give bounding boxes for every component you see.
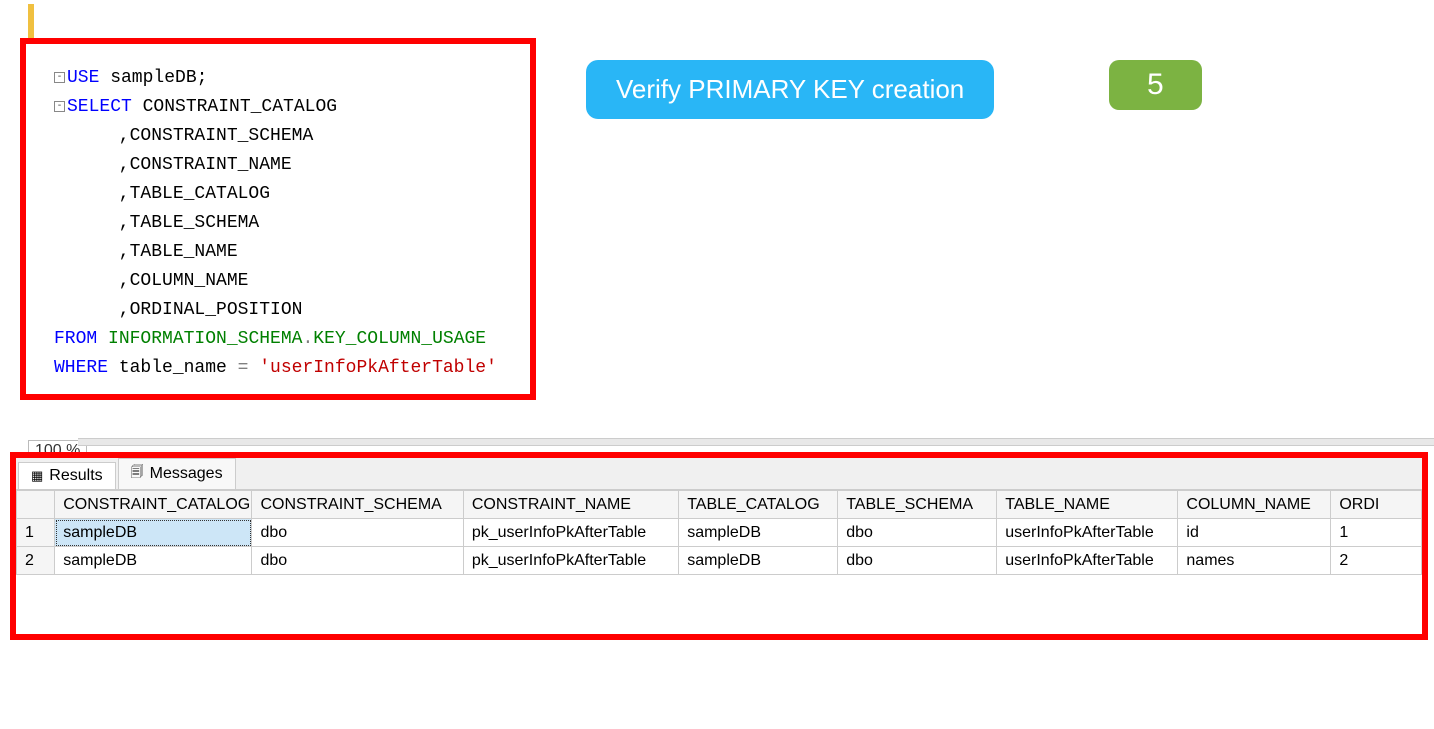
cell[interactable]: dbo <box>252 519 463 547</box>
grid-icon: ▦ <box>31 468 43 484</box>
cell[interactable]: dbo <box>838 547 997 575</box>
table-row[interactable]: 2 sampleDB dbo pk_userInfoPkAfterTable s… <box>17 547 1422 575</box>
tab-results[interactable]: ▦ Results <box>18 462 116 489</box>
col-header[interactable]: ORDI <box>1331 491 1422 519</box>
cell[interactable]: userInfoPkAfterTable <box>997 519 1178 547</box>
tab-label: Results <box>49 467 102 485</box>
row-number[interactable]: 1 <box>17 519 55 547</box>
cell[interactable]: 2 <box>1331 547 1422 575</box>
results-grid-wrapper[interactable]: CONSTRAINT_CATALOG CONSTRAINT_SCHEMA CON… <box>16 490 1422 575</box>
sql-text: ,TABLE_SCHEMA <box>54 213 259 233</box>
cell[interactable]: sampleDB <box>679 547 838 575</box>
col-header[interactable]: TABLE_SCHEMA <box>838 491 997 519</box>
sql-text: table_name <box>108 358 227 378</box>
sql-string: 'userInfoPkAfterTable' <box>259 358 497 378</box>
cell[interactable]: names <box>1178 547 1331 575</box>
sql-schema: INFORMATION_SCHEMA <box>97 329 302 349</box>
sql-text: sampleDB <box>99 68 196 88</box>
step-badge: 5 <box>1109 60 1202 110</box>
sql-view: KEY_COLUMN_USAGE <box>313 329 486 349</box>
row-number[interactable]: 2 <box>17 547 55 575</box>
header-row: CONSTRAINT_CATALOG CONSTRAINT_SCHEMA CON… <box>17 491 1422 519</box>
col-header[interactable]: CONSTRAINT_CATALOG <box>55 491 252 519</box>
sql-text: ; <box>197 68 208 88</box>
results-grid[interactable]: CONSTRAINT_CATALOG CONSTRAINT_SCHEMA CON… <box>16 490 1422 575</box>
sql-editor-highlight-box: -USE sampleDB; -SELECT CONSTRAINT_CATALO… <box>20 38 536 400</box>
sql-editor[interactable]: -USE sampleDB; -SELECT CONSTRAINT_CATALO… <box>26 44 530 393</box>
sql-text: ,TABLE_CATALOG <box>54 184 270 204</box>
sql-keyword: WHERE <box>54 358 108 378</box>
sql-text: ,TABLE_NAME <box>54 242 238 262</box>
annotation-banner: Verify PRIMARY KEY creation <box>586 60 994 119</box>
fold-icon[interactable]: - <box>54 72 65 83</box>
tab-messages[interactable]: 🗐 Messages <box>118 458 236 489</box>
col-header[interactable]: CONSTRAINT_SCHEMA <box>252 491 463 519</box>
sql-text: . <box>302 329 313 349</box>
sql-text: ,CONSTRAINT_SCHEMA <box>54 126 313 146</box>
cell[interactable]: pk_userInfoPkAfterTable <box>463 519 678 547</box>
results-highlight-box: ▦ Results 🗐 Messages CONSTRAINT_CATALOG … <box>10 452 1428 640</box>
cell[interactable]: dbo <box>252 547 463 575</box>
table-row[interactable]: 1 sampleDB dbo pk_userInfoPkAfterTable s… <box>17 519 1422 547</box>
sql-keyword: SELECT <box>67 97 132 117</box>
messages-icon: 🗐 <box>131 463 144 485</box>
sql-text: ,CONSTRAINT_NAME <box>54 155 292 175</box>
sql-keyword: FROM <box>54 329 97 349</box>
cell[interactable]: dbo <box>838 519 997 547</box>
pane-splitter[interactable] <box>78 438 1434 446</box>
sql-keyword: USE <box>67 68 99 88</box>
sql-text: = <box>227 358 259 378</box>
cell[interactable]: 1 <box>1331 519 1422 547</box>
col-header[interactable]: TABLE_NAME <box>997 491 1178 519</box>
fold-icon[interactable]: - <box>54 101 65 112</box>
sql-text: ,COLUMN_NAME <box>54 271 248 291</box>
rownum-header[interactable] <box>17 491 55 519</box>
results-tabs-bar: ▦ Results 🗐 Messages <box>16 458 1422 490</box>
tab-label: Messages <box>150 465 223 483</box>
col-header[interactable]: CONSTRAINT_NAME <box>463 491 678 519</box>
col-header[interactable]: COLUMN_NAME <box>1178 491 1331 519</box>
col-header[interactable]: TABLE_CATALOG <box>679 491 838 519</box>
cell[interactable]: sampleDB <box>55 519 252 547</box>
cell[interactable]: sampleDB <box>679 519 838 547</box>
cell[interactable]: pk_userInfoPkAfterTable <box>463 547 678 575</box>
sql-text: ,ORDINAL_POSITION <box>54 300 302 320</box>
cell[interactable]: userInfoPkAfterTable <box>997 547 1178 575</box>
cell[interactable]: id <box>1178 519 1331 547</box>
cell[interactable]: sampleDB <box>55 547 252 575</box>
sql-text: CONSTRAINT_CATALOG <box>132 97 337 117</box>
